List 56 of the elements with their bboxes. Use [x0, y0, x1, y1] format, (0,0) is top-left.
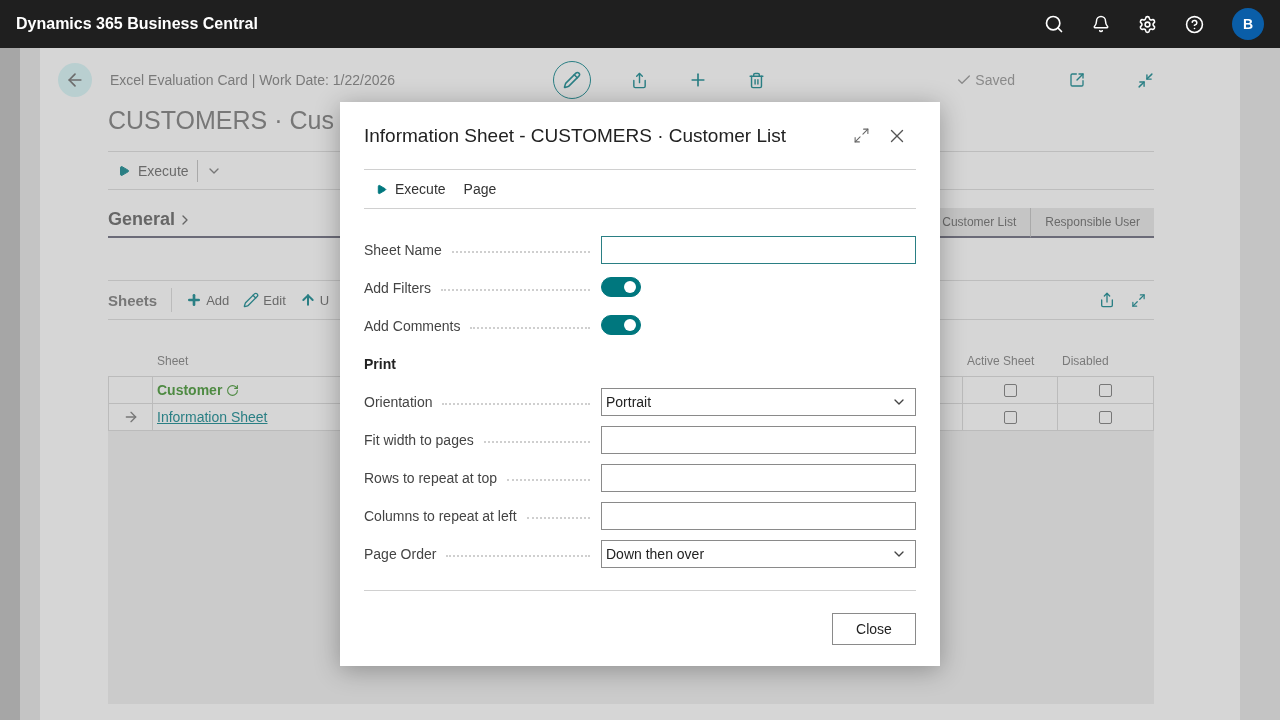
- checkbox[interactable]: [1003, 383, 1017, 397]
- saved-status: Saved: [956, 72, 1015, 88]
- row-indicator-cell[interactable]: [108, 404, 153, 431]
- toolbar-action[interactable]: Edit: [229, 292, 286, 308]
- delete-icon[interactable]: [748, 71, 766, 89]
- play-icon: [376, 183, 387, 195]
- field-label: Rows to repeat at top: [364, 470, 498, 486]
- section-heading: Print: [364, 356, 397, 372]
- collapse-icon[interactable]: [1137, 71, 1154, 89]
- plus-icon: [186, 292, 203, 308]
- bell-icon[interactable]: [1092, 15, 1110, 33]
- search-icon[interactable]: [1044, 14, 1064, 34]
- page-title: CUSTOMERS · Cus: [108, 106, 334, 135]
- dialog-title: Information Sheet - CUSTOMERS · Customer List: [364, 124, 787, 147]
- pencil-icon: [243, 292, 260, 308]
- field-label: Fit width to pages: [364, 432, 474, 448]
- checkbox[interactable]: [1003, 410, 1017, 424]
- leader-line: [526, 517, 590, 519]
- part-title: Sheets: [108, 288, 173, 312]
- header-tab[interactable]: Responsible User: [1030, 208, 1154, 238]
- field-label: Orientation: [364, 394, 433, 410]
- field-label: Sheet Name: [364, 242, 442, 258]
- dropdown-field[interactable]: Down then over: [601, 540, 916, 568]
- dialog-action[interactable]: Execute: [376, 181, 446, 197]
- toolbar-action[interactable]: Add: [172, 292, 230, 308]
- text-field[interactable]: [601, 502, 916, 530]
- app-title: Dynamics 365 Business Central: [16, 15, 259, 33]
- field-label: Columns to repeat at left: [364, 508, 517, 524]
- checkbox[interactable]: [1099, 410, 1112, 424]
- share-icon[interactable]: [631, 71, 649, 89]
- field-label: Add Comments: [364, 318, 461, 334]
- refresh-icon: [226, 383, 240, 397]
- toggle-switch[interactable]: [601, 276, 641, 297]
- field-label: Page Order: [364, 546, 437, 562]
- sheet-link[interactable]: Information Sheet: [157, 409, 268, 425]
- user-avatar[interactable]: B: [1232, 8, 1264, 40]
- back-button[interactable]: [58, 63, 92, 97]
- help-icon[interactable]: [1185, 14, 1204, 34]
- toggle-switch[interactable]: [601, 314, 641, 335]
- pencil-icon: [563, 71, 582, 89]
- dropdown-field[interactable]: Portrait: [601, 388, 916, 416]
- breadcrumb: Excel Evaluation Card | Work Date: 1/22/2026: [110, 72, 396, 88]
- text-field[interactable]: [601, 464, 916, 492]
- toolbar-action[interactable]: U: [285, 292, 330, 308]
- play-icon: [118, 164, 130, 177]
- dialog-action[interactable]: Page: [463, 181, 497, 197]
- checkbox[interactable]: [1099, 383, 1112, 397]
- text-field[interactable]: [601, 236, 916, 264]
- text-field[interactable]: [601, 426, 916, 454]
- field-label: Add Filters: [364, 280, 431, 296]
- execute-button[interactable]: Execute: [118, 159, 198, 182]
- group-name: Customer: [157, 382, 240, 398]
- close-button[interactable]: Close: [832, 612, 916, 645]
- open-new-window-icon[interactable]: [1069, 72, 1085, 88]
- row-indicator-cell[interactable]: [108, 377, 153, 404]
- settings-icon[interactable]: [1138, 14, 1157, 34]
